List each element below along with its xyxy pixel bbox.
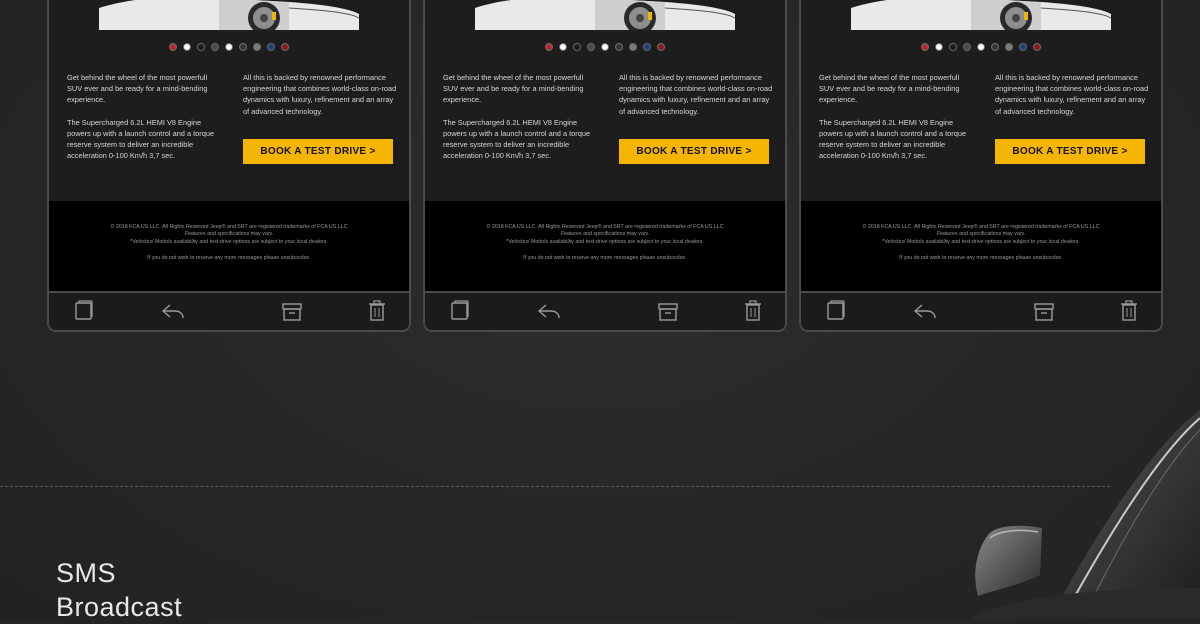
color-swatch[interactable] <box>239 43 247 51</box>
email-body-left-text: Get behind the wheel of the most powerfu… <box>67 73 215 161</box>
unsubscribe-link[interactable]: If you do not wish to receive any more m… <box>801 255 1161 261</box>
color-swatch[interactable] <box>587 43 595 51</box>
color-swatch[interactable] <box>225 43 233 51</box>
email-body-right-text: All this is backed by renowned performan… <box>243 73 397 116</box>
color-swatch[interactable] <box>1033 43 1041 51</box>
email-body: Get behind the wheel of the most powerfu… <box>49 0 409 201</box>
archive-icon[interactable] <box>1033 300 1055 327</box>
mail-toolbar <box>425 291 785 330</box>
email-body-left-text: Get behind the wheel of the most powerfu… <box>443 73 591 161</box>
mail-toolbar <box>49 291 409 330</box>
car-image <box>425 0 785 30</box>
legal-text: © 2018 FCA US LLC. All Rights Reserved J… <box>862 224 1100 245</box>
color-swatch[interactable] <box>253 43 261 51</box>
reply-icon[interactable] <box>537 300 561 327</box>
color-swatch[interactable] <box>921 43 929 51</box>
email-body-left-text: Get behind the wheel of the most powerfu… <box>819 73 967 161</box>
color-swatch[interactable] <box>977 43 985 51</box>
color-swatch[interactable] <box>183 43 191 51</box>
legal-text: © 2018 FCA US LLC. All Rights Reserved J… <box>486 224 724 245</box>
color-swatch[interactable] <box>559 43 567 51</box>
color-swatch[interactable] <box>601 43 609 51</box>
email-footer: © 2018 FCA US LLC. All Rights Reserved J… <box>49 201 409 291</box>
compose-icon[interactable] <box>825 300 847 327</box>
reply-icon[interactable] <box>913 300 937 327</box>
email-footer: © 2018 FCA US LLC. All Rights Reserved J… <box>801 201 1161 291</box>
section-divider <box>0 486 1110 487</box>
color-swatch[interactable] <box>643 43 651 51</box>
color-swatches <box>425 43 785 51</box>
color-swatch[interactable] <box>629 43 637 51</box>
email-body: Get behind the wheel of the most powerfu… <box>425 0 785 201</box>
mail-toolbar <box>801 291 1161 330</box>
car-image <box>49 0 409 30</box>
color-swatch[interactable] <box>281 43 289 51</box>
color-swatch[interactable] <box>267 43 275 51</box>
email-footer: © 2018 FCA US LLC. All Rights Reserved J… <box>425 201 785 291</box>
color-swatch[interactable] <box>169 43 177 51</box>
email-body-right-text: All this is backed by renowned performan… <box>995 73 1149 116</box>
section-title: SMS Broadcast <box>56 556 182 624</box>
legal-text: © 2018 FCA US LLC. All Rights Reserved J… <box>110 224 348 245</box>
color-swatch[interactable] <box>949 43 957 51</box>
email-preview-phone-3: Get behind the wheel of the most powerfu… <box>799 0 1163 332</box>
color-swatch[interactable] <box>573 43 581 51</box>
email-body-right-text: All this is backed by renowned performan… <box>619 73 773 116</box>
color-swatch[interactable] <box>1005 43 1013 51</box>
color-swatches <box>49 43 409 51</box>
book-test-drive-button[interactable]: BOOK A TEST DRIVE > <box>619 139 769 164</box>
color-swatch[interactable] <box>1019 43 1027 51</box>
color-swatch[interactable] <box>615 43 623 51</box>
color-swatch[interactable] <box>197 43 205 51</box>
color-swatch[interactable] <box>991 43 999 51</box>
color-swatch[interactable] <box>935 43 943 51</box>
compose-icon[interactable] <box>449 300 471 327</box>
book-test-drive-button[interactable]: BOOK A TEST DRIVE > <box>243 139 393 164</box>
color-swatch[interactable] <box>657 43 665 51</box>
archive-icon[interactable] <box>281 300 303 327</box>
unsubscribe-link[interactable]: If you do not wish to receive any more m… <box>49 255 409 261</box>
book-test-drive-button[interactable]: BOOK A TEST DRIVE > <box>995 139 1145 164</box>
unsubscribe-link[interactable]: If you do not wish to receive any more m… <box>425 255 785 261</box>
car-silhouette-image <box>970 410 1200 619</box>
trash-icon[interactable] <box>367 300 387 327</box>
email-preview-phone-2: Get behind the wheel of the most powerfu… <box>423 0 787 332</box>
color-swatch[interactable] <box>211 43 219 51</box>
trash-icon[interactable] <box>1119 300 1139 327</box>
email-body: Get behind the wheel of the most powerfu… <box>801 0 1161 201</box>
compose-icon[interactable] <box>73 300 95 327</box>
email-preview-phone-1: Get behind the wheel of the most powerfu… <box>47 0 411 332</box>
color-swatch[interactable] <box>963 43 971 51</box>
car-image <box>801 0 1161 30</box>
trash-icon[interactable] <box>743 300 763 327</box>
color-swatches <box>801 43 1161 51</box>
color-swatch[interactable] <box>545 43 553 51</box>
reply-icon[interactable] <box>161 300 185 327</box>
section-title-line1: SMS <box>56 558 117 588</box>
archive-icon[interactable] <box>657 300 679 327</box>
